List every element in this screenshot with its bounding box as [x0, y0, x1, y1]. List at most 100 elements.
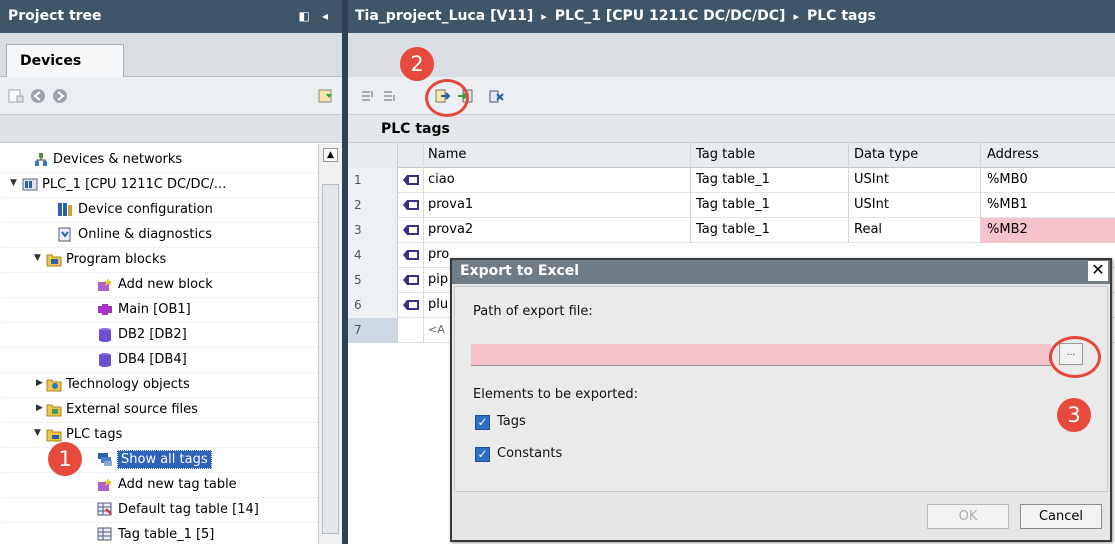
highlight-ring-export: [425, 79, 469, 117]
breadcrumb-device[interactable]: PLC_1 [CPU 1211C DC/DC/DC]: [555, 8, 786, 24]
tab-bar: Devices: [0, 33, 342, 77]
tag-name[interactable]: prova1: [428, 197, 473, 212]
tag-name[interactable]: prova2: [428, 222, 473, 237]
tree-item-label: Tag table_1 [5]: [118, 527, 215, 542]
tag-table-cell[interactable]: Tag table_1: [696, 197, 770, 212]
source-folder-icon: [46, 404, 62, 417]
delete-icon[interactable]: [488, 88, 504, 104]
tag-icon: [403, 175, 419, 185]
breadcrumb-separator-icon: ▸: [793, 10, 799, 23]
table-row[interactable]: 2 prova1 Tag table_1 USInt %MB1: [348, 193, 1115, 218]
tag-name[interactable]: plu: [428, 297, 448, 312]
expand-arrow-icon[interactable]: ▼: [10, 178, 17, 188]
step-2-badge: 2: [400, 47, 434, 81]
plc-icon: [22, 178, 38, 191]
tree-item-label: DB2 [DB2]: [118, 327, 187, 342]
data-type-cell[interactable]: USInt: [854, 172, 889, 187]
tree-item-label: Technology objects: [66, 377, 190, 392]
tree-item-db2[interactable]: DB2 [DB2]: [0, 323, 318, 348]
tags-folder-icon: [46, 429, 62, 442]
expand-arrow-icon[interactable]: ▼: [34, 428, 41, 438]
tree-item-add-new-tag-table[interactable]: Add new tag table: [0, 473, 318, 498]
detail-view-icon[interactable]: [318, 88, 334, 104]
column-header-tag-table[interactable]: Tag table: [696, 147, 755, 162]
expand-arrow-icon[interactable]: ▼: [34, 253, 41, 263]
column-header-address[interactable]: Address: [987, 147, 1039, 162]
tag-table-cell[interactable]: Tag table_1: [696, 172, 770, 187]
tree-item-label: Main [OB1]: [118, 302, 191, 317]
tree-item-online-diagnostics[interactable]: Online & diagnostics: [0, 223, 318, 248]
tree-item-device-configuration[interactable]: Device configuration: [0, 198, 318, 223]
table-row[interactable]: 3 prova2 Tag table_1 Real %MB2: [348, 218, 1115, 243]
add-new-placeholder[interactable]: <A: [428, 323, 445, 336]
project-tree-title: Project tree: [8, 8, 102, 24]
constants-checkbox[interactable]: ✓: [475, 447, 490, 462]
column-header-name[interactable]: Name: [428, 147, 466, 162]
tree-item-plc1[interactable]: ▼ PLC_1 [CPU 1211C DC/DC/...: [0, 173, 318, 198]
tags-checkbox-label: Tags: [497, 414, 526, 429]
dialog-footer: OK Cancel: [452, 494, 1110, 540]
technology-folder-icon: [46, 379, 62, 392]
tree-item-label: PLC_1 [CPU 1211C DC/DC/...: [42, 177, 227, 192]
back-icon[interactable]: [30, 88, 46, 104]
close-icon[interactable]: ✕: [1088, 261, 1108, 281]
tree-item-label: Online & diagnostics: [78, 227, 213, 242]
organization-block-icon: [98, 304, 112, 315]
breadcrumb-section[interactable]: PLC tags: [807, 8, 876, 24]
address-cell[interactable]: %MB1: [987, 197, 1028, 212]
forward-icon[interactable]: [52, 88, 68, 104]
insert-row-icon[interactable]: [360, 88, 376, 104]
tag-icon: [403, 275, 419, 285]
tab-devices[interactable]: Devices: [6, 44, 124, 77]
tree-item-program-blocks[interactable]: ▼ Program blocks: [0, 248, 318, 273]
tag-name[interactable]: pro: [428, 247, 449, 262]
tree-item-db4[interactable]: DB4 [DB4]: [0, 348, 318, 373]
add-block-icon: [98, 278, 112, 291]
add-row-icon[interactable]: [382, 88, 398, 104]
tag-name[interactable]: pip: [428, 272, 448, 287]
collapsed-arrow-icon[interactable]: ▶: [36, 403, 43, 413]
cancel-button[interactable]: Cancel: [1020, 504, 1102, 529]
data-type-cell[interactable]: Real: [854, 222, 882, 237]
scroll-up-icon[interactable]: ▲: [323, 148, 338, 162]
device-configuration-icon: [58, 203, 72, 216]
data-block-icon: [99, 353, 111, 367]
table-header: Name Tag table Data type Address: [348, 143, 1115, 168]
tree-item-plc-tags[interactable]: ▼ PLC tags: [0, 423, 318, 448]
tag-table-cell[interactable]: Tag table_1: [696, 222, 770, 237]
tree-item-label: Default tag table [14]: [118, 502, 259, 517]
tree-scrollbar[interactable]: ▲: [318, 144, 342, 544]
tag-name[interactable]: ciao: [428, 172, 455, 187]
tree-item-devices-networks[interactable]: Devices & networks: [0, 148, 318, 173]
project-tree-toolbar: [0, 77, 342, 115]
tree-item-default-tag-table[interactable]: Default tag table [14]: [0, 498, 318, 523]
tag-table-icon: [97, 527, 112, 541]
address-cell[interactable]: %MB2: [987, 222, 1028, 237]
export-path-input[interactable]: [471, 344, 1051, 366]
tree-item-add-new-block[interactable]: Add new block: [0, 273, 318, 298]
column-header-data-type[interactable]: Data type: [854, 147, 918, 162]
collapse-panel-button[interactable]: ◧ ◂: [298, 9, 332, 23]
network-icon: [35, 153, 47, 166]
row-number: 4: [348, 243, 398, 268]
tree-item-main-ob1[interactable]: Main [OB1]: [0, 298, 318, 323]
tree-item-label: Add new tag table: [118, 477, 237, 492]
breadcrumb-project[interactable]: Tia_project_Luca [V11]: [355, 8, 533, 24]
tag-icon: [403, 225, 419, 235]
scrollbar-thumb[interactable]: [322, 184, 339, 534]
ok-button[interactable]: OK: [927, 504, 1009, 529]
tree-item-technology-objects[interactable]: ▶ Technology objects: [0, 373, 318, 398]
header-corner: [348, 143, 398, 168]
new-folder-icon[interactable]: [8, 88, 24, 104]
tags-checkbox[interactable]: ✓: [475, 415, 490, 430]
tree-item-tag-table-1[interactable]: Tag table_1 [5]: [0, 523, 318, 544]
dialog-title-bar: Export to Excel ✕: [452, 260, 1110, 284]
project-tree-header: Project tree ◧ ◂: [0, 0, 342, 33]
add-tag-table-icon: [98, 478, 112, 491]
tag-icon: [403, 250, 419, 260]
tree-item-external-source-files[interactable]: ▶ External source files: [0, 398, 318, 423]
address-cell[interactable]: %MB0: [987, 172, 1028, 187]
data-type-cell[interactable]: USInt: [854, 197, 889, 212]
table-row[interactable]: 1 ciao Tag table_1 USInt %MB0: [348, 168, 1115, 193]
collapsed-arrow-icon[interactable]: ▶: [36, 378, 43, 388]
